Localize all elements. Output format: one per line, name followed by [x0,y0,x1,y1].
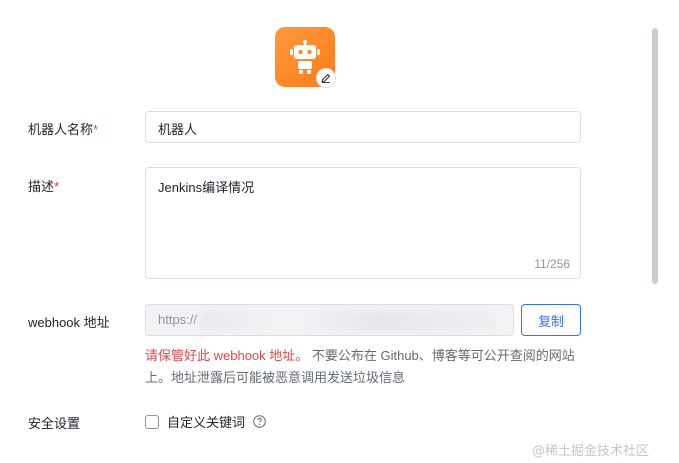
webhook-url-value: https:// [158,312,198,327]
keyword-option: 自定义关键词 [145,412,266,431]
desc-required-mark: * [54,179,60,194]
char-counter: 11/256 [534,257,570,271]
webhook-url-field[interactable]: https:// [145,304,514,336]
keyword-label[interactable]: 自定义关键词 [167,412,245,431]
webhook-label: webhook 地址 [28,315,110,330]
name-input[interactable]: 机器人 [145,111,581,143]
keyword-checkbox[interactable] [145,414,159,429]
description-value: Jenkins编译情况 [158,180,255,195]
question-circle-icon[interactable] [253,415,266,428]
watermark: @稀土掘金技术社区 [532,444,650,459]
name-required-mark: * [93,122,99,137]
warning-highlight: 请保管好此 webhook 地址。 [145,348,309,363]
robot-avatar[interactable] [275,27,336,88]
desc-label: 描述* [28,176,59,195]
url-blur-mask [198,311,498,331]
scrollbar-thumb[interactable] [652,28,658,284]
pencil-icon[interactable] [316,68,336,88]
security-label: 安全设置 [28,416,81,431]
webhook-warning: 请保管好此 webhook 地址。 不要公布在 Github、博客等可公开查阅的… [145,345,590,389]
name-input-value: 机器人 [158,122,198,137]
desc-label-text: 描述 [28,179,55,194]
name-label: 机器人名称* [28,119,98,138]
name-label-text: 机器人名称 [28,122,94,137]
description-textarea[interactable]: Jenkins编译情况 11/256 [145,167,581,279]
copy-button[interactable]: 复制 [521,304,581,336]
